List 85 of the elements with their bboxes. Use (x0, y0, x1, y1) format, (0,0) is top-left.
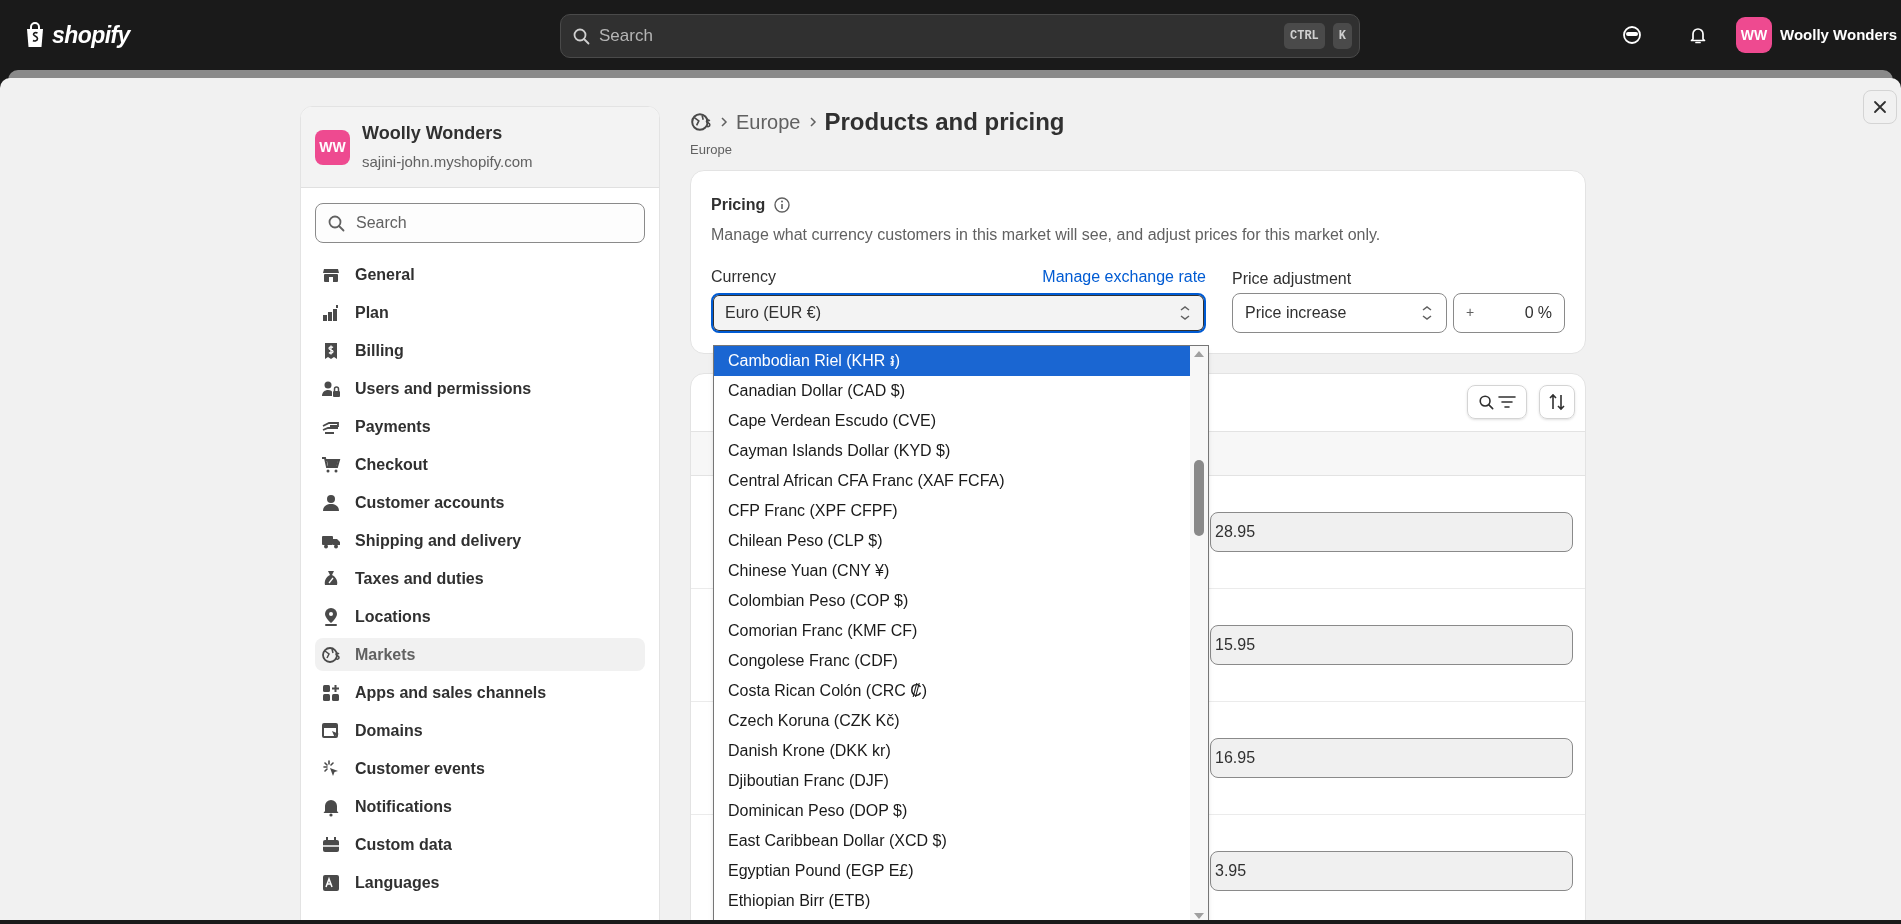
store-name: Woolly Wonders (362, 122, 504, 146)
search-icon (572, 27, 590, 45)
search-field[interactable]: Search (315, 203, 645, 243)
field-suffix: % (1537, 302, 1552, 323)
dropdown-option[interactable]: Dominican Peso (DOP $) (714, 796, 1190, 826)
sidebar-item[interactable]: Payments (315, 410, 645, 443)
dropdown-option[interactable]: CFP Franc (XPF CFPF) (714, 496, 1190, 526)
dropdown-option[interactable]: Costa Rican Colón (CRC ₡) (714, 676, 1190, 706)
dropdown-option[interactable]: Ethiopian Birr (ETB) (714, 886, 1190, 916)
store-domain: sajini-john.myshopify.com (362, 152, 533, 173)
price-adjustment-select[interactable]: Price increase (1232, 292, 1447, 333)
sidebar-item[interactable]: Customer events (315, 752, 645, 785)
breadcrumb-link[interactable]: Europe (736, 107, 801, 137)
price-field[interactable]: 16.95 (1210, 737, 1573, 778)
sort-arrows-icon (1548, 393, 1566, 411)
price-field[interactable]: 28.95 (1210, 511, 1573, 552)
sidebar-item[interactable]: Languages (315, 866, 645, 899)
price-field[interactable]: 15.95 (1210, 624, 1573, 665)
dropdown-option[interactable]: East Caribbean Dollar (XCD $) (714, 826, 1190, 856)
dropdown-option[interactable]: Canadian Dollar (CAD $) (714, 376, 1190, 406)
sidebar-item[interactable]: General (315, 258, 645, 291)
chevron-right-icon (808, 116, 817, 128)
chevron-right-icon (720, 116, 728, 128)
data-card-icon (321, 834, 341, 855)
steps-chart-icon (321, 302, 341, 323)
close-button[interactable] (1863, 90, 1897, 124)
up-down-chevron-icon (1178, 304, 1192, 321)
sidebar-item[interactable]: Checkout (315, 448, 645, 481)
info-icon[interactable] (773, 195, 792, 214)
field-value: 0 (1523, 302, 1534, 323)
sidebar-item[interactable]: Notifications (315, 790, 645, 823)
cart-icon (321, 454, 341, 475)
dropdown-option[interactable]: Central African CFA Franc (XAF FCFA) (714, 466, 1190, 496)
percentage-field[interactable]: + 0 % (1453, 292, 1565, 333)
translate-icon (321, 872, 341, 893)
search-icon (1478, 394, 1494, 410)
dropdown-option[interactable]: Djiboutian Franc (DJF) (714, 766, 1190, 796)
store-avatar: WW (1736, 17, 1773, 53)
up-down-chevron-icon (1420, 304, 1434, 321)
dropdown-option[interactable]: Chinese Yuan (CNY ¥) (714, 556, 1190, 586)
dropdown-option[interactable]: Cape Verdean Escudo (CVE) (714, 406, 1190, 436)
field-label: Currency (711, 266, 776, 287)
bag-logo-icon (24, 22, 46, 48)
search-icon (327, 214, 345, 232)
page-title: Products and pricing (824, 107, 1065, 137)
currency-select[interactable]: Euro (EUR €) (711, 292, 1206, 333)
filter-lines-icon (1498, 395, 1516, 409)
close-icon (1873, 100, 1887, 114)
store-name[interactable]: Woolly Wonders (1780, 23, 1901, 47)
sidebar-item[interactable]: Billing (315, 334, 645, 367)
sort-button[interactable] (1539, 385, 1575, 419)
browser-cursor-icon (321, 720, 341, 741)
store-avatar: WW (315, 129, 350, 165)
field-label: Price adjustment (1232, 268, 1353, 287)
person-icon (321, 492, 341, 513)
dropdown-option[interactable]: Congolese Franc (CDF) (714, 646, 1190, 676)
sidebar-item[interactable]: Locations (315, 600, 645, 633)
sidebar-item[interactable]: Markets (315, 638, 645, 671)
dropdown-option[interactable]: Danish Krone (DKK kr) (714, 736, 1190, 766)
dropdown-option[interactable]: Chilean Peso (CLP $) (714, 526, 1190, 556)
scrollbar-thumb[interactable] (1194, 460, 1204, 536)
price-field[interactable]: 3.95 (1210, 850, 1573, 891)
search-filter-button[interactable] (1467, 385, 1527, 419)
sidebar-item[interactable]: Custom data (315, 828, 645, 861)
dropdown-option[interactable]: Czech Koruna (CZK Kč) (714, 706, 1190, 736)
sidebar-item[interactable]: Apps and sales channels (315, 676, 645, 709)
sidebar-item[interactable]: Taxes and duties (315, 562, 645, 595)
dropdown-option[interactable]: Colombian Peso (COP $) (714, 586, 1190, 616)
sidebar-item[interactable]: Domains (315, 714, 645, 747)
logo-text: shopify (52, 20, 130, 50)
sidebar-item[interactable]: Users and permissions (315, 372, 645, 405)
section-description: Manage what currency customers in this market will see, and adjust prices for this market only. (711, 224, 1382, 245)
shortcut-key: CTRL (1284, 23, 1325, 49)
dropdown-option[interactable]: Egyptian Pound (EGP E£) (714, 856, 1190, 886)
page-subtitle: Europe (690, 141, 732, 159)
dropdown-option[interactable]: Comorian Franc (KMF CF) (714, 616, 1190, 646)
sidebar-item[interactable]: Customer accounts (315, 486, 645, 519)
dropdown-option[interactable]: Cayman Islands Dollar (KYD $) (714, 436, 1190, 466)
sidebar-item[interactable]: Shipping and delivery (315, 524, 645, 557)
apps-grid-icon (321, 682, 341, 703)
field-prefix: + (1466, 303, 1475, 322)
dropdown-option[interactable]: Cambodian Riel (KHR ៛) (714, 346, 1190, 376)
section-title: Pricing (711, 194, 766, 215)
manage-exchange-rate-link[interactable]: Manage exchange rate (1042, 264, 1206, 289)
sidebar-item[interactable]: Plan (315, 296, 645, 329)
